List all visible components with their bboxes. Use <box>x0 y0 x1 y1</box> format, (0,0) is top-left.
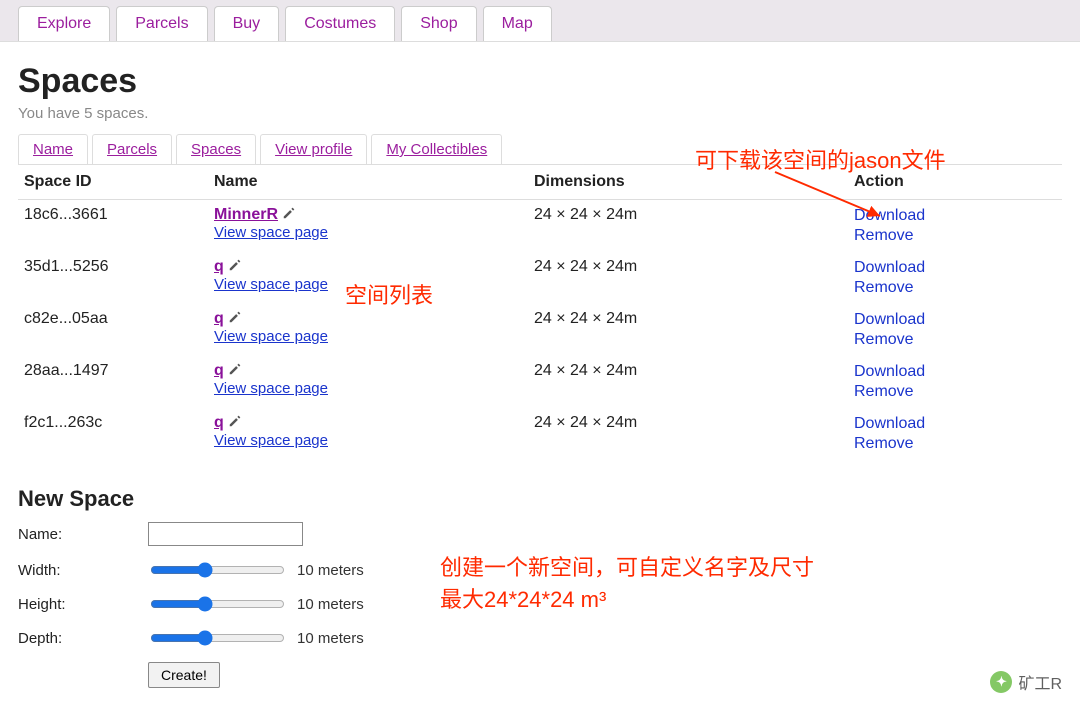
cell-space-id: 28aa...1497 <box>18 356 208 408</box>
wechat-icon: ✦ <box>990 671 1012 693</box>
th-action: Action <box>848 165 1062 200</box>
view-space-link[interactable]: View space page <box>214 432 328 449</box>
remove-link[interactable]: Remove <box>854 434 1056 454</box>
cell-name: qView space page <box>208 304 528 356</box>
view-space-link[interactable]: View space page <box>214 328 328 345</box>
page-content: Spaces You have 5 spaces. Name Parcels S… <box>0 42 1080 708</box>
th-space-id: Space ID <box>18 165 208 200</box>
space-name-link[interactable]: MinnerR <box>214 206 278 223</box>
subtab-name[interactable]: Name <box>18 134 88 164</box>
view-space-link[interactable]: View space page <box>214 380 328 397</box>
page-title: Spaces <box>18 62 1062 101</box>
label-name: Name: <box>18 526 148 543</box>
profile-subtabs: Name Parcels Spaces View profile My Coll… <box>18 134 1062 165</box>
cell-actions: DownloadRemove <box>848 252 1062 304</box>
label-height: Height: <box>18 596 148 613</box>
subtab-parcels[interactable]: Parcels <box>92 134 172 164</box>
remove-link[interactable]: Remove <box>854 278 1056 298</box>
table-row: f2c1...263cqView space page24 × 24 × 24m… <box>18 408 1062 460</box>
remove-link[interactable]: Remove <box>854 382 1056 402</box>
download-link[interactable]: Download <box>854 414 1056 434</box>
cell-actions: DownloadRemove <box>848 408 1062 460</box>
row-width: Width: 10 meters <box>18 560 1062 580</box>
cell-actions: DownloadRemove <box>848 304 1062 356</box>
cell-name: MinnerRView space page <box>208 200 528 253</box>
view-space-link[interactable]: View space page <box>214 276 328 293</box>
cell-actions: DownloadRemove <box>848 356 1062 408</box>
cell-dimensions: 24 × 24 × 24m <box>528 356 848 408</box>
subtab-spaces[interactable]: Spaces <box>176 134 256 164</box>
top-nav: Explore Parcels Buy Costumes Shop Map <box>0 0 1080 42</box>
spaces-table: Space ID Name Dimensions Action 18c6...3… <box>18 165 1062 460</box>
slider-width-value: 10 meters <box>297 562 364 579</box>
new-space-heading: New Space <box>18 486 1062 512</box>
slider-depth[interactable] <box>150 630 285 646</box>
slider-height[interactable] <box>150 596 285 612</box>
pencil-icon[interactable] <box>282 206 296 224</box>
page-subtitle: You have 5 spaces. <box>18 105 1062 122</box>
tab-explore[interactable]: Explore <box>18 6 110 41</box>
space-name-link[interactable]: q <box>214 258 224 275</box>
cell-dimensions: 24 × 24 × 24m <box>528 408 848 460</box>
watermark-text: 矿工R <box>1018 670 1062 694</box>
table-row: 18c6...3661MinnerRView space page24 × 24… <box>18 200 1062 253</box>
watermark: ✦ 矿工R <box>990 670 1062 694</box>
cell-dimensions: 24 × 24 × 24m <box>528 252 848 304</box>
tab-shop[interactable]: Shop <box>401 6 476 41</box>
cell-dimensions: 24 × 24 × 24m <box>528 304 848 356</box>
download-link[interactable]: Download <box>854 206 1056 226</box>
label-depth: Depth: <box>18 630 148 647</box>
cell-actions: DownloadRemove <box>848 200 1062 253</box>
row-name: Name: <box>18 522 1062 546</box>
space-name-link[interactable]: q <box>214 310 224 327</box>
label-width: Width: <box>18 562 148 579</box>
cell-space-id: 35d1...5256 <box>18 252 208 304</box>
remove-link[interactable]: Remove <box>854 330 1056 350</box>
cell-dimensions: 24 × 24 × 24m <box>528 200 848 253</box>
space-name-link[interactable]: q <box>214 362 224 379</box>
table-row: 28aa...1497qView space page24 × 24 × 24m… <box>18 356 1062 408</box>
space-name-link[interactable]: q <box>214 414 224 431</box>
cell-name: qView space page <box>208 356 528 408</box>
subtab-view-profile[interactable]: View profile <box>260 134 367 164</box>
view-space-link[interactable]: View space page <box>214 224 328 241</box>
cell-name: qView space page <box>208 252 528 304</box>
table-row: 35d1...5256qView space page24 × 24 × 24m… <box>18 252 1062 304</box>
subtab-collectibles[interactable]: My Collectibles <box>371 134 502 164</box>
row-depth: Depth: 10 meters <box>18 628 1062 648</box>
table-row: c82e...05aaqView space page24 × 24 × 24m… <box>18 304 1062 356</box>
slider-depth-value: 10 meters <box>297 630 364 647</box>
tab-buy[interactable]: Buy <box>214 6 280 41</box>
tab-parcels[interactable]: Parcels <box>116 6 207 41</box>
tab-map[interactable]: Map <box>483 6 552 41</box>
cell-space-id: f2c1...263c <box>18 408 208 460</box>
cell-space-id: 18c6...3661 <box>18 200 208 253</box>
download-link[interactable]: Download <box>854 258 1056 278</box>
pencil-icon[interactable] <box>228 258 242 276</box>
create-button[interactable]: Create! <box>148 662 220 688</box>
download-link[interactable]: Download <box>854 310 1056 330</box>
row-height: Height: 10 meters <box>18 594 1062 614</box>
th-name: Name <box>208 165 528 200</box>
pencil-icon[interactable] <box>228 362 242 380</box>
cell-space-id: c82e...05aa <box>18 304 208 356</box>
remove-link[interactable]: Remove <box>854 226 1056 246</box>
th-dimensions: Dimensions <box>528 165 848 200</box>
pencil-icon[interactable] <box>228 310 242 328</box>
slider-height-value: 10 meters <box>297 596 364 613</box>
pencil-icon[interactable] <box>228 414 242 432</box>
tab-costumes[interactable]: Costumes <box>285 6 395 41</box>
input-name[interactable] <box>148 522 303 546</box>
download-link[interactable]: Download <box>854 362 1056 382</box>
cell-name: qView space page <box>208 408 528 460</box>
slider-width[interactable] <box>150 562 285 578</box>
